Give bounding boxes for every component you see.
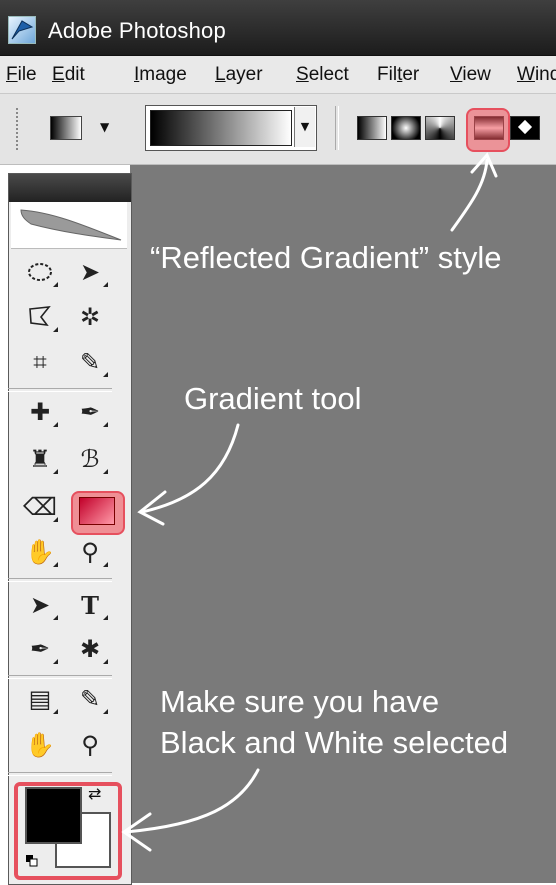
annotation-arrows bbox=[121, 152, 498, 852]
